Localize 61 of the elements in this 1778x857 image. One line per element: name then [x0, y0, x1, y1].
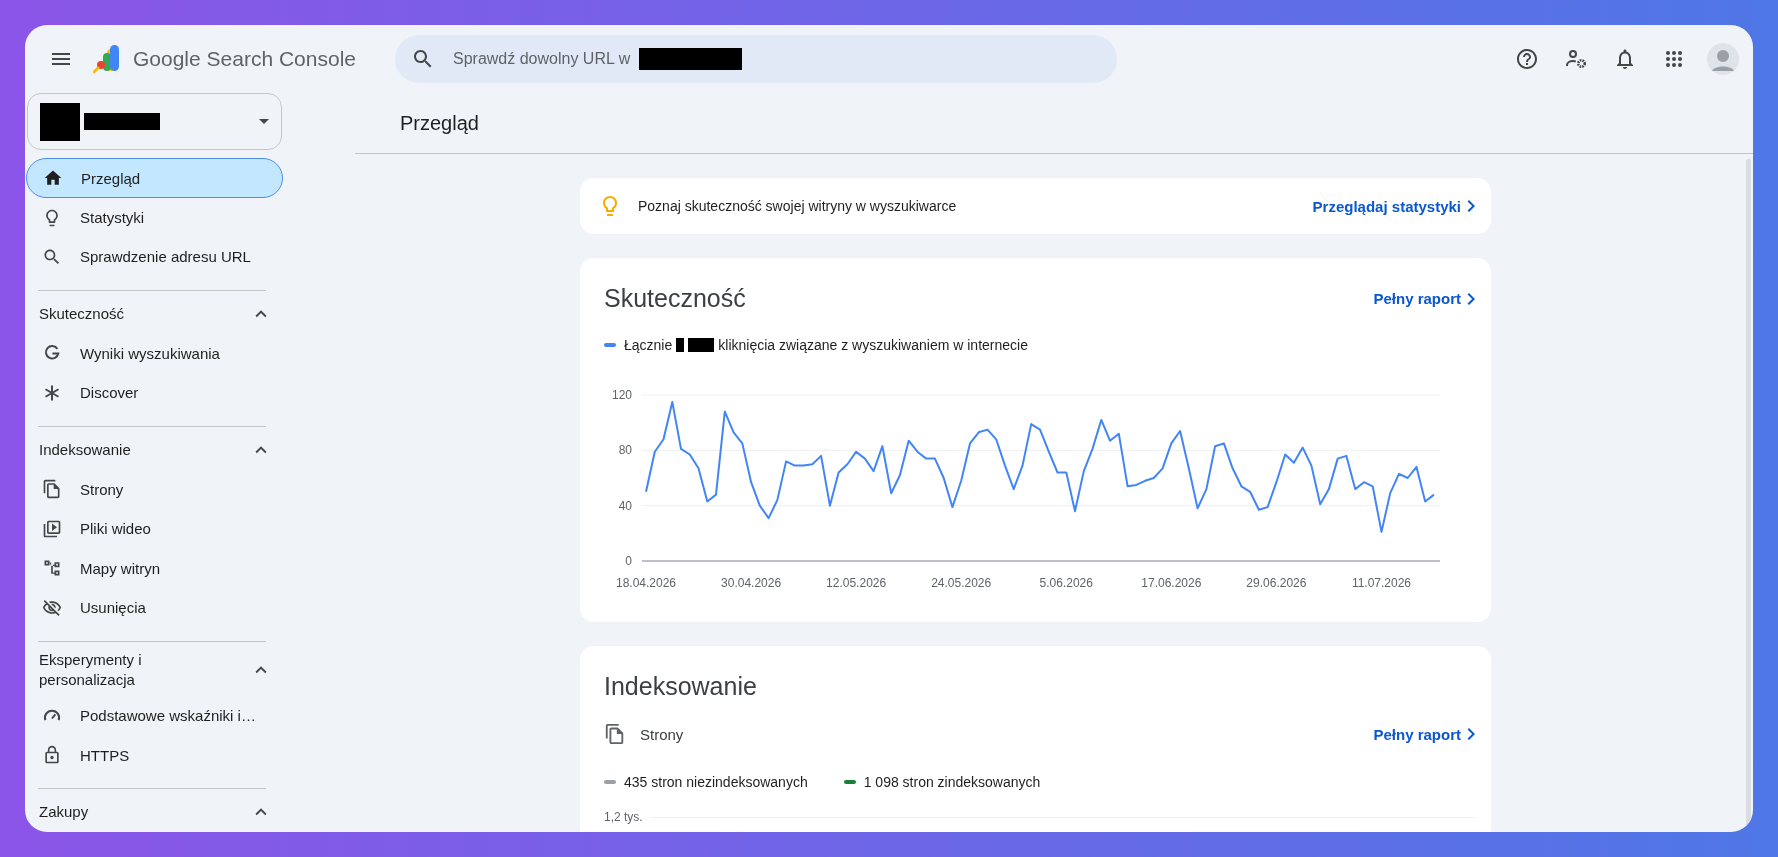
legend-label: kliknięcia związane z wyszukiwaniem w internecie	[718, 337, 1028, 353]
legend-label: Łącznie	[624, 337, 673, 353]
y-tick-label: 0	[625, 554, 632, 568]
video-library-icon	[42, 518, 62, 539]
sitemap-icon	[42, 558, 62, 579]
y-tick-label: 80	[618, 443, 632, 458]
grid-icon	[1665, 50, 1683, 68]
insight-text: Poznaj skuteczność swojej witryny w wyszukiwarce	[638, 198, 957, 214]
y-tick-label: 40	[618, 498, 632, 513]
x-tick-label: 11.07.2026	[1351, 576, 1412, 590]
full-report-link[interactable]: Pełny raport	[1373, 290, 1475, 307]
dropdown-arrow-icon	[259, 119, 269, 125]
section-header[interactable]: Zakupy	[26, 792, 288, 832]
nav-item[interactable]: Strony	[26, 469, 283, 510]
pages-icon	[42, 479, 62, 500]
x-tick-label: 29.06.2026	[1246, 576, 1307, 590]
chevron-right-icon	[1467, 200, 1475, 212]
nav-item[interactable]: Sprawdzenie adresu URL	[26, 237, 283, 277]
card-title: Indeksowanie	[604, 672, 758, 701]
product-name: Google Search Console	[133, 47, 356, 71]
eye-off-icon	[42, 597, 62, 618]
redaction-block	[676, 338, 685, 352]
person-gear-icon	[1564, 47, 1588, 71]
x-tick-label: 30.04.2026	[721, 576, 782, 590]
help-icon	[1515, 47, 1539, 71]
nav-item[interactable]: Usunięcia	[26, 588, 283, 628]
legend-label: 435 stron niezindeksowanych	[624, 774, 808, 790]
legend-label: 1 098 stron zindeksowanych	[863, 774, 1041, 790]
x-tick-label: 12.05.2026	[826, 576, 887, 590]
y-tick-label: 1,2 tys.	[604, 810, 643, 824]
x-tick-label: 5.06.2026	[1039, 576, 1093, 590]
full-report-link[interactable]: Pełny raport	[1373, 725, 1475, 743]
home-icon	[43, 168, 63, 188]
lock-icon	[42, 745, 62, 766]
page-title: Przegląd	[355, 93, 1753, 154]
redaction-block	[688, 338, 715, 352]
y-tick-label: 120	[611, 388, 632, 402]
nav-item[interactable]: Przegląd	[26, 158, 283, 198]
property-selector[interactable]	[27, 93, 282, 151]
nav-item[interactable]: Wyniki wyszukiwania	[26, 333, 283, 374]
card-title: Skuteczność	[604, 284, 746, 313]
chevron-right-icon	[1467, 728, 1475, 740]
nav-item[interactable]: Mapy witryn	[26, 548, 283, 589]
x-tick-label: 18.04.2026	[615, 576, 677, 590]
section-header[interactable]: Eksperymenty i personalizacja	[26, 644, 288, 697]
section-header[interactable]: Skuteczność	[26, 293, 288, 334]
section-header[interactable]: Indeksowanie	[26, 429, 288, 470]
x-tick-label: 17.06.2026	[1141, 576, 1202, 590]
view-insights-link[interactable]: Przeglądaj statystyki	[1312, 197, 1475, 215]
nav-item[interactable]: Pliki wideo	[26, 509, 283, 549]
url-inspection-search-field[interactable]: Sprawdź dowolny URL w	[451, 49, 637, 69]
subsection-label: Strony	[640, 725, 684, 743]
nav-item[interactable]: Statystyki	[26, 197, 283, 238]
chevron-right-icon	[1467, 292, 1475, 305]
search-icon	[42, 247, 62, 267]
nav-item[interactable]: Podstawowe wskaźniki i…	[26, 696, 283, 736]
redaction-block	[40, 102, 80, 141]
pages-icon	[604, 723, 626, 745]
nav-item[interactable]: Discover	[26, 373, 283, 413]
nav-item[interactable]: HTTPS	[26, 735, 283, 776]
x-tick-label: 24.05.2026	[931, 576, 992, 590]
